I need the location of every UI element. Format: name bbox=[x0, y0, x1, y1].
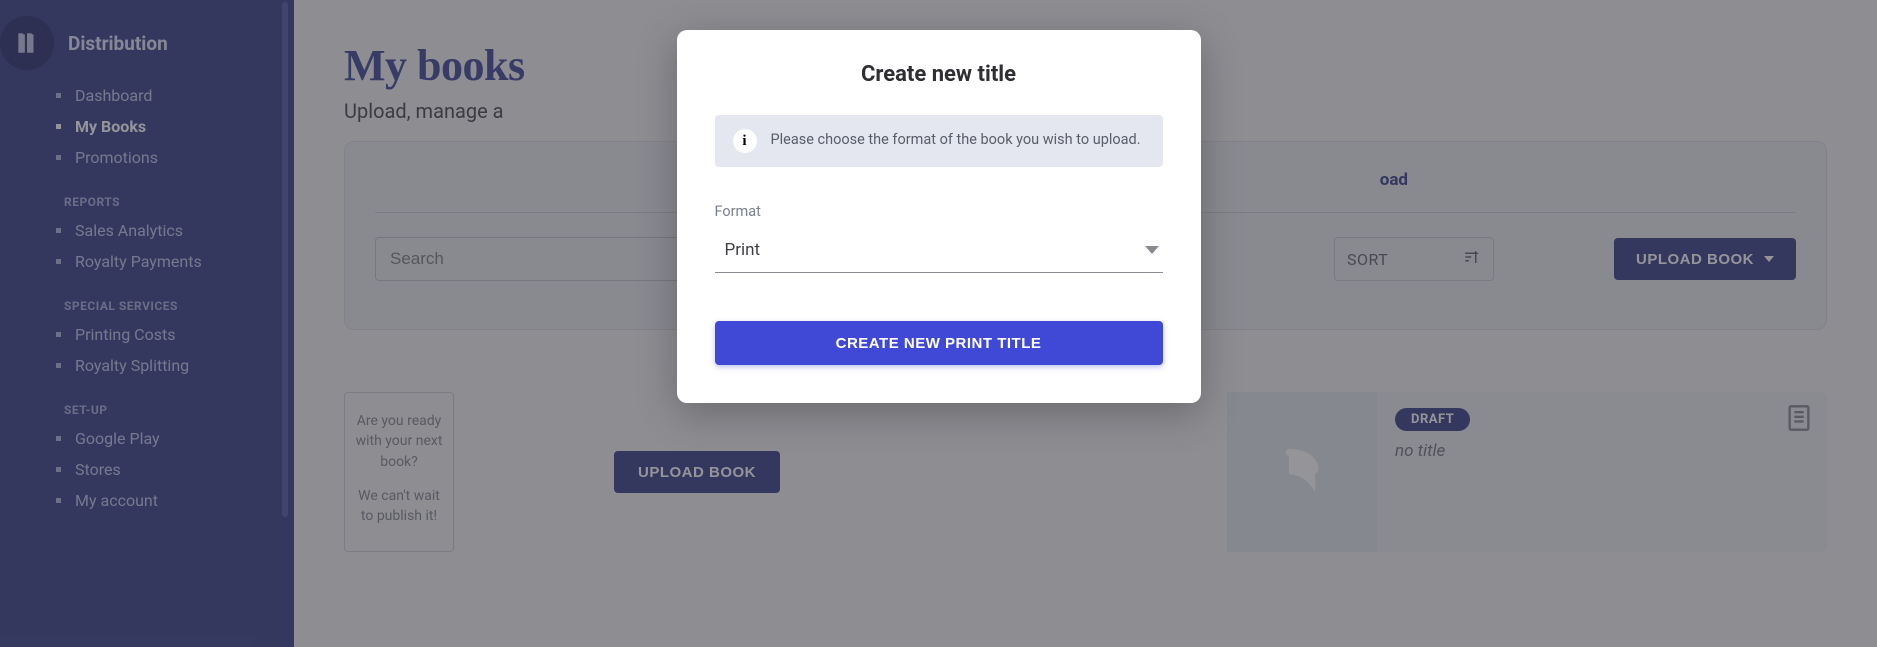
info-icon: i bbox=[733, 129, 757, 153]
chevron-down-icon bbox=[1145, 246, 1159, 254]
info-box: i Please choose the format of the book y… bbox=[715, 115, 1163, 167]
format-label: Format bbox=[715, 203, 1163, 220]
create-title-modal: Create new title i Please choose the for… bbox=[677, 30, 1201, 403]
create-new-title-button[interactable]: CREATE NEW PRINT TITLE bbox=[715, 321, 1163, 365]
create-button-label: CREATE NEW PRINT TITLE bbox=[836, 335, 1042, 352]
format-select[interactable]: Print bbox=[715, 230, 1163, 273]
info-text: Please choose the format of the book you… bbox=[771, 129, 1141, 150]
modal-title: Create new title bbox=[715, 62, 1163, 87]
format-value: Print bbox=[725, 240, 761, 260]
modal-overlay[interactable]: Create new title i Please choose the for… bbox=[0, 0, 1877, 647]
